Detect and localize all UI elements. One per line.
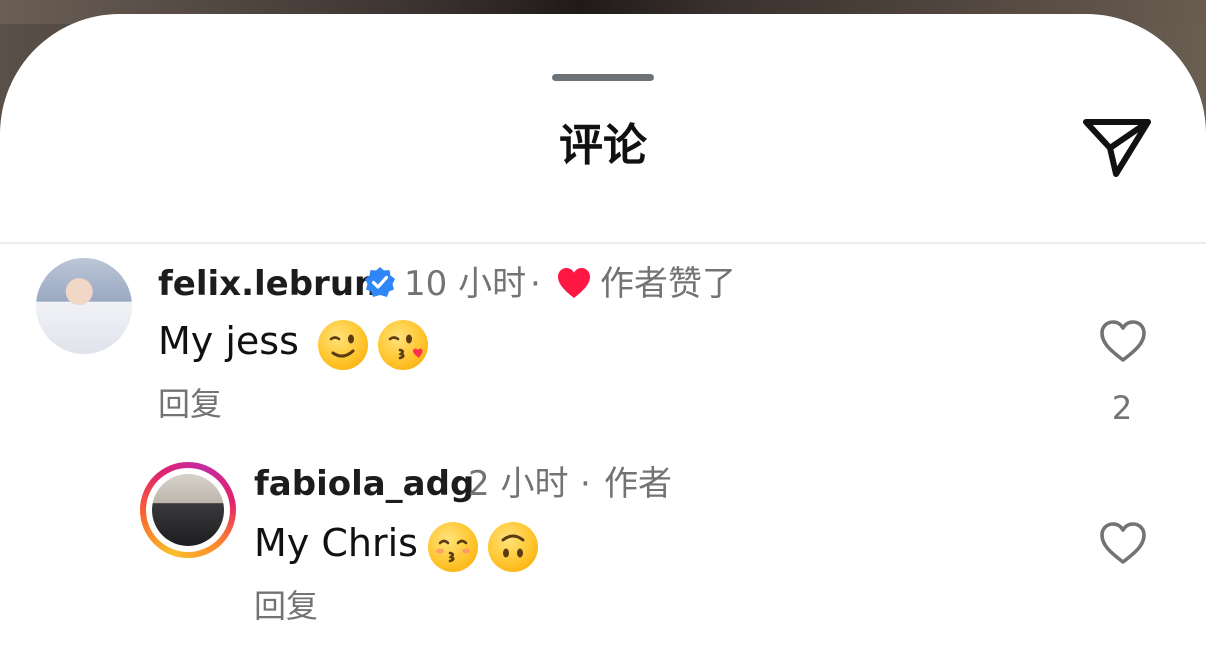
heart-outline-icon xyxy=(1100,522,1146,564)
like-count: 2 xyxy=(1111,389,1133,427)
avatar-fabiola xyxy=(152,474,224,546)
heart-outline-icon xyxy=(1100,320,1146,362)
meta-separator: · xyxy=(530,264,541,304)
like-button-2[interactable] xyxy=(1098,520,1148,566)
face-blowing-kiss-emoji-icon xyxy=(388,334,423,360)
verified-badge-icon xyxy=(365,267,395,297)
avatar-fabiola-story-ring[interactable] xyxy=(140,462,236,558)
upside-down-face-emoji-icon xyxy=(501,534,525,558)
avatar-felix[interactable] xyxy=(36,258,132,354)
comment-text: My jess xyxy=(158,319,299,363)
face-blowing-kiss-emoji xyxy=(378,320,428,370)
share-button[interactable] xyxy=(1080,114,1154,180)
comment-username[interactable]: felix.lebrun xyxy=(158,264,378,304)
kissing-face-smiling-eyes-emoji-icon xyxy=(436,539,470,563)
winking-face-emoji-icon xyxy=(329,334,355,358)
author-tag: 作者 xyxy=(604,464,672,504)
sheet-title: 评论 xyxy=(559,120,647,171)
like-button[interactable] xyxy=(1098,318,1148,364)
reply-text: My Chris xyxy=(254,521,418,565)
comments-sheet: 评论 felix.lebrun 10 小时 · 作者赞了 My jess 回复 … xyxy=(0,14,1206,660)
author-liked-heart-icon xyxy=(558,268,590,298)
reply-button[interactable]: 回复 xyxy=(158,384,222,424)
upside-down-face-emoji xyxy=(488,522,538,572)
paper-plane-icon xyxy=(1083,119,1151,177)
sheet-drag-handle[interactable] xyxy=(552,74,654,81)
header-divider xyxy=(0,242,1206,244)
kissing-face-smiling-eyes-emoji xyxy=(428,522,478,572)
winking-face-emoji xyxy=(318,320,368,370)
reply-username[interactable]: fabiola_adg xyxy=(254,464,474,504)
reply-meta-separator: · xyxy=(580,464,591,504)
reply-button-2[interactable]: 回复 xyxy=(254,586,318,626)
reply-time: 2 小时 xyxy=(468,464,569,504)
liked-by-author-label: 作者赞了 xyxy=(600,264,736,304)
comment-time: 10 小时 xyxy=(404,264,527,304)
